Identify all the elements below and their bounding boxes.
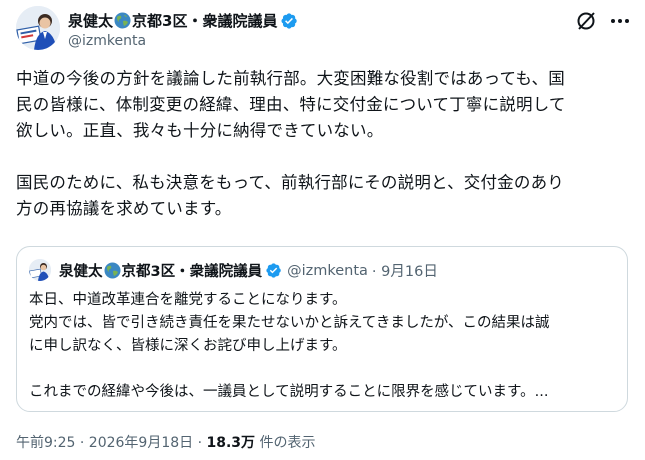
globe-emoji-icon bbox=[104, 262, 121, 279]
views-label: 件の表示 bbox=[255, 435, 316, 451]
quoted-header: 泉健太 京都3区・衆議院議員 @izmkenta · 9月16日 bbox=[59, 260, 438, 281]
quoted-tweet[interactable]: 泉健太 京都3区・衆議院議員 @izmkenta · 9月16日 本日、中道改革… bbox=[16, 246, 628, 412]
quoted-author-avatar bbox=[29, 259, 51, 281]
quoted-author-handle: @izmkenta bbox=[287, 262, 368, 279]
avatar-image bbox=[16, 6, 60, 50]
tweet-text-line: 欲しい。正直、我々も十分に納得できていない。 bbox=[16, 121, 384, 140]
author-avatar[interactable] bbox=[16, 6, 60, 50]
author-name-row[interactable]: 泉健太 京都3区・衆議院議員 bbox=[68, 10, 298, 31]
views-count: 18.3万 bbox=[206, 435, 256, 451]
tweet-text-line: 中道の今後の方針を議論した前執行部。大変困難な役割ではあっても、国 bbox=[16, 69, 565, 88]
quoted-date: · 9月16日 bbox=[371, 264, 438, 280]
tweet-text: 中道の今後の方針を議論した前執行部。大変困難な役割ではあっても、国 民の皆様に、… bbox=[16, 66, 628, 222]
tweet-text-line: 民の皆様に、体制変更の経緯、理由、特に交付金について丁寧に説明して bbox=[16, 95, 566, 114]
tweet-header: 泉健太 京都3区・衆議院議員 @izmkenta bbox=[16, 6, 631, 56]
verified-badge-icon bbox=[265, 262, 283, 280]
more-icon[interactable] bbox=[609, 12, 631, 30]
quoted-text: 本日、中道改革連合を離党することになります。 党内では、皆で引き続き責任を果たせ… bbox=[29, 289, 619, 404]
tweet-text-line: 国民のために、私も決意をもって、前執行部にその説明と、交付金のあり bbox=[16, 173, 564, 192]
quoted-text-line: に申し訳なく、皆様に深くお詫び申し上げます。 bbox=[29, 338, 347, 354]
quoted-author-name-suffix: 京都3区・衆議院議員 bbox=[121, 264, 263, 280]
quoted-text-line: これまでの経緯や今後は、一議員として説明することに限界を感じています。... bbox=[29, 384, 549, 400]
author-name[interactable]: 泉健太 bbox=[68, 10, 113, 31]
tweet-meta: 午前9:25 · 2026年9月18日 · 18.3万 件の表示 bbox=[16, 432, 316, 452]
quoted-text-line: 党内では、皆で引き続き責任を果たせないかと訴えてきましたが、この結果は誠 bbox=[29, 315, 550, 331]
grok-icon[interactable] bbox=[575, 10, 597, 32]
author-name-suffix[interactable]: 京都3区・衆議院議員 bbox=[132, 10, 277, 31]
globe-emoji-icon bbox=[114, 12, 131, 29]
quoted-author-name: 泉健太 bbox=[59, 264, 103, 280]
verified-badge-icon bbox=[280, 12, 298, 30]
quoted-text-line: 本日、中道改革連合を離党することになります。 bbox=[29, 292, 347, 308]
timestamp[interactable]: 午前9:25 · 2026年9月18日 · bbox=[16, 435, 207, 451]
tweet-text-line: 方の再協議を求めています。 bbox=[16, 199, 232, 218]
author-handle[interactable]: @izmkenta bbox=[68, 33, 146, 49]
quoted-avatar-image bbox=[29, 259, 51, 281]
